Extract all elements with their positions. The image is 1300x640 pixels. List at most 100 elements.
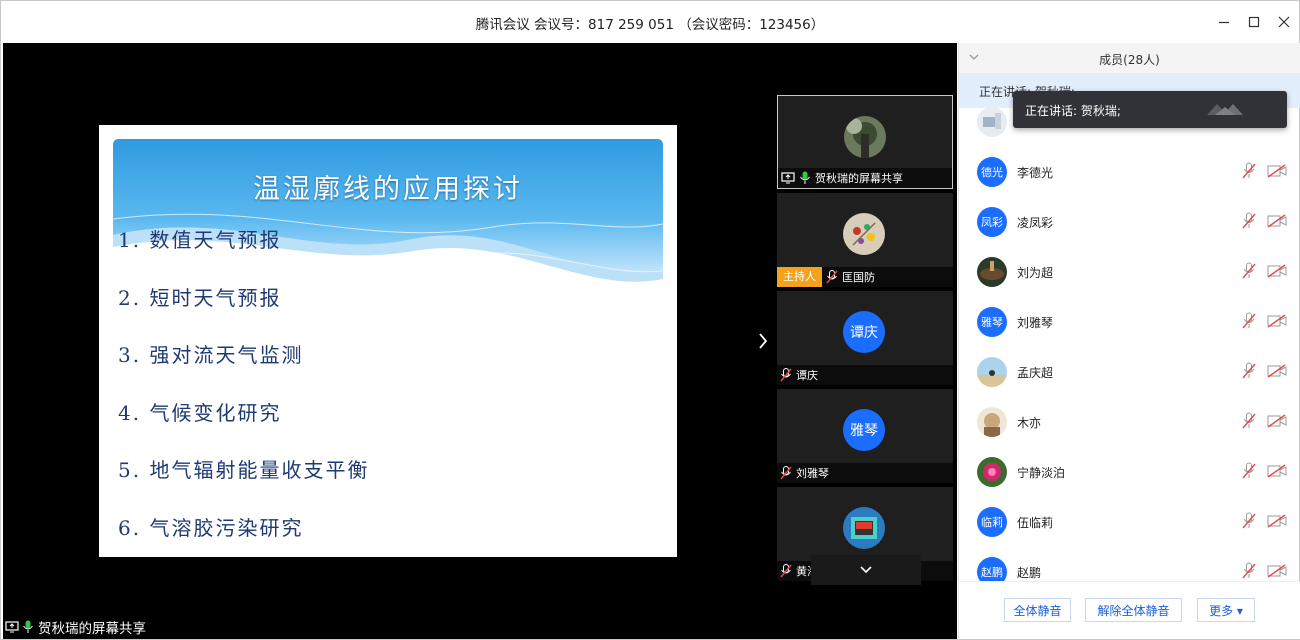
camera-off-icon[interactable] bbox=[1267, 414, 1287, 428]
video-tile[interactable]: 主持人 匡国防 bbox=[777, 193, 953, 287]
microphone-muted-icon bbox=[780, 466, 792, 480]
title-bar: 腾讯会议 会议号：817 259 051 （会议密码：123456） bbox=[1, 1, 1299, 43]
screen-share-icon bbox=[5, 621, 19, 633]
slide-item: 6. 气溶胶污染研究 bbox=[118, 515, 304, 540]
microphone-active-icon bbox=[800, 171, 810, 184]
maximize-icon bbox=[1248, 16, 1260, 28]
collapse-tiles-button[interactable] bbox=[755, 331, 771, 351]
tile-label-bar: 刘雅琴 bbox=[777, 463, 953, 483]
member-row[interactable]: 凤彩 凌凤彩 bbox=[959, 196, 1300, 246]
microphone-muted-icon[interactable] bbox=[1242, 562, 1256, 580]
slide-item: 5. 地气辐射能量收支平衡 bbox=[118, 458, 370, 483]
camera-off-icon[interactable] bbox=[1267, 514, 1287, 528]
mute-all-button[interactable]: 全体静音 bbox=[1004, 598, 1071, 622]
scroll-tiles-down-button[interactable] bbox=[811, 555, 921, 585]
slide-bullet-list: 1. 数值天气预报 2. 短时天气预报 3. 强对流天气监测 4. 气候变化研究… bbox=[118, 225, 658, 557]
camera-off-icon[interactable] bbox=[1267, 464, 1287, 478]
avatar bbox=[977, 257, 1007, 287]
slide-item: 2. 短时天气预报 bbox=[118, 285, 282, 310]
microphone-muted-icon[interactable] bbox=[1242, 162, 1256, 180]
avatar bbox=[843, 507, 885, 549]
members-panel-header: 成员(28人) bbox=[959, 43, 1300, 73]
member-list: 德光 李德光 凤彩 凌凤彩 刘为超 雅琴 刘雅琴 孟庆超 木亦 宁静淡泊 临莉 … bbox=[959, 96, 1300, 581]
member-row[interactable]: 赵鹏 赵鹏 bbox=[959, 546, 1300, 581]
screen-share-indicator: 贺秋瑞的屏幕共享 bbox=[5, 617, 146, 637]
meeting-window: 腾讯会议 会议号：817 259 051 （会议密码：123456） 温湿廓线的… bbox=[0, 0, 1300, 640]
chevron-right-icon bbox=[759, 333, 768, 349]
avatar: 赵鹏 bbox=[977, 557, 1007, 581]
camera-off-icon[interactable] bbox=[1267, 564, 1287, 578]
microphone-muted-icon[interactable] bbox=[1242, 212, 1256, 230]
camera-off-icon[interactable] bbox=[1267, 164, 1287, 178]
member-name: 伍临莉 bbox=[1017, 516, 1054, 530]
avatar: 凤彩 bbox=[977, 207, 1007, 237]
maximize-button[interactable] bbox=[1241, 10, 1267, 34]
member-row[interactable]: 孟庆超 bbox=[959, 346, 1300, 396]
minimize-icon bbox=[1219, 21, 1229, 24]
avatar bbox=[977, 407, 1007, 437]
avatar bbox=[977, 107, 1007, 137]
member-name: 李德光 bbox=[1017, 166, 1054, 180]
microphone-active-icon bbox=[23, 620, 33, 633]
microphone-muted-icon[interactable] bbox=[1242, 262, 1256, 280]
members-panel: 成员(28人) 正在讲话: 贺秋瑞; 德光 李德光 凤彩 凌凤彩 bbox=[958, 43, 1300, 639]
camera-off-icon[interactable] bbox=[1267, 214, 1287, 228]
minimize-button[interactable] bbox=[1211, 10, 1237, 34]
members-title: 成员(28人) bbox=[1099, 53, 1160, 67]
member-row[interactable]: 木亦 bbox=[959, 396, 1300, 446]
tile-name: 刘雅琴 bbox=[796, 467, 829, 480]
microphone-muted-icon[interactable] bbox=[1242, 362, 1256, 380]
tile-name: 贺秋瑞的屏幕共享 bbox=[815, 172, 903, 185]
slide-item: 3. 强对流天气监测 bbox=[118, 343, 304, 368]
camera-off-icon[interactable] bbox=[1267, 264, 1287, 278]
slide-item: 4. 气候变化研究 bbox=[118, 400, 282, 425]
tooltip-text: 正在讲话: 贺秋瑞; bbox=[1025, 104, 1121, 118]
more-button[interactable]: 更多 ▾ bbox=[1197, 598, 1255, 622]
microphone-muted-icon bbox=[826, 270, 838, 284]
member-row[interactable]: 刘为超 bbox=[959, 246, 1300, 296]
members-panel-footer: 全体静音 解除全体静音 更多 ▾ bbox=[959, 581, 1300, 639]
member-name: 刘雅琴 bbox=[1017, 316, 1054, 330]
screen-share-icon bbox=[781, 172, 795, 184]
member-row[interactable]: 德光 李德光 bbox=[959, 146, 1300, 196]
tile-name: 匡国防 bbox=[842, 271, 875, 284]
avatar: 德光 bbox=[977, 157, 1007, 187]
microphone-muted-icon[interactable] bbox=[1242, 462, 1256, 480]
tile-label-bar: 主持人 匡国防 bbox=[777, 267, 953, 287]
presentation-slide: 温湿廓线的应用探讨 1. 数值天气预报 2. 短时天气预报 3. 强对流天气监测… bbox=[99, 125, 677, 557]
member-row[interactable]: 临莉 伍临莉 bbox=[959, 496, 1300, 546]
microphone-muted-icon bbox=[780, 368, 792, 382]
avatar: 雅琴 bbox=[977, 307, 1007, 337]
microphone-muted-icon[interactable] bbox=[1242, 512, 1256, 530]
camera-off-icon[interactable] bbox=[1267, 364, 1287, 378]
tile-name: 谭庆 bbox=[796, 369, 818, 382]
avatar bbox=[977, 457, 1007, 487]
slide-title: 温湿廓线的应用探讨 bbox=[253, 174, 523, 205]
member-row[interactable]: 宁静淡泊 bbox=[959, 446, 1300, 496]
window-title: 腾讯会议 会议号：817 259 051 （会议密码：123456） bbox=[475, 17, 825, 33]
member-name: 宁静淡泊 bbox=[1017, 466, 1066, 480]
chevron-down-icon bbox=[860, 566, 872, 574]
avatar bbox=[977, 357, 1007, 387]
microphone-muted-icon[interactable] bbox=[1242, 312, 1256, 330]
member-name: 凌凤彩 bbox=[1017, 216, 1054, 230]
video-tile[interactable]: 雅琴 刘雅琴 bbox=[777, 389, 953, 483]
video-tile[interactable]: 贺秋瑞的屏幕共享 bbox=[777, 95, 953, 189]
camera-off-icon[interactable] bbox=[1267, 314, 1287, 328]
member-row[interactable]: 雅琴 刘雅琴 bbox=[959, 296, 1300, 346]
microphone-muted-icon[interactable] bbox=[1242, 412, 1256, 430]
close-button[interactable] bbox=[1271, 10, 1297, 34]
microphone-muted-icon bbox=[780, 564, 792, 578]
speaking-tooltip: 正在讲话: 贺秋瑞; bbox=[1013, 91, 1287, 128]
tile-label-bar: 贺秋瑞的屏幕共享 bbox=[778, 168, 952, 188]
member-name: 刘为超 bbox=[1017, 266, 1054, 280]
slide-item: 1. 数值天气预报 bbox=[118, 228, 282, 252]
unmute-all-button[interactable]: 解除全体静音 bbox=[1085, 598, 1182, 622]
avatar bbox=[843, 213, 885, 255]
avatar: 谭庆 bbox=[843, 311, 885, 353]
host-badge: 主持人 bbox=[777, 267, 822, 287]
avatar bbox=[844, 116, 886, 158]
tile-label-bar: 谭庆 bbox=[777, 365, 953, 385]
video-tile[interactable]: 谭庆 谭庆 bbox=[777, 291, 953, 385]
avatar: 雅琴 bbox=[843, 409, 885, 451]
